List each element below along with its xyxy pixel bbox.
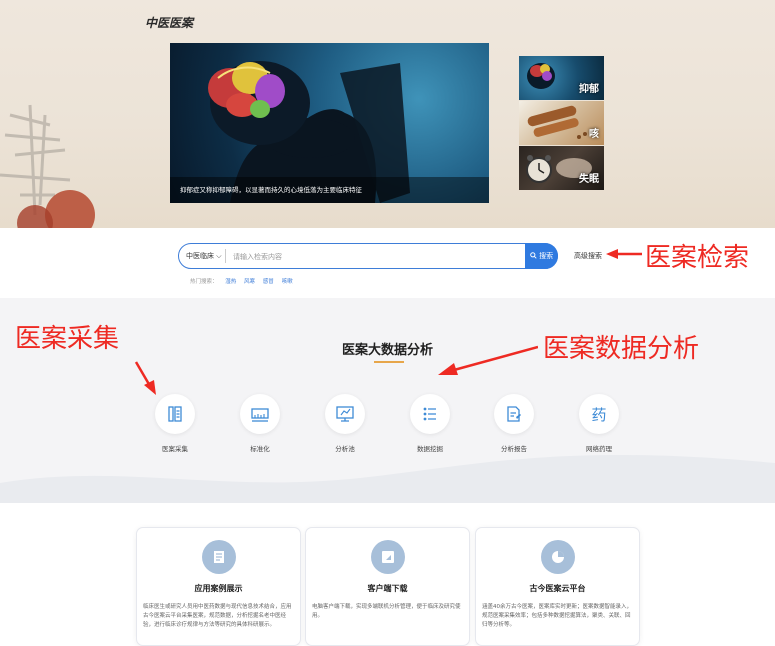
thumbnail-insomnia[interactable]: 失眠 — [519, 146, 604, 190]
annotation-search: 医案检索 — [645, 243, 750, 273]
title-underline — [374, 361, 404, 363]
card-title: 古今医案云平台 — [529, 584, 586, 593]
annotation-arrow-analysis — [438, 345, 538, 375]
banner: 中医医案 抑郁症又称抑郁障碍，以显著而持久的心境低落为主要临床特征 抑郁 咳 失… — [0, 0, 775, 228]
search-bar: 中医临床 ⌵ 搜索 — [178, 243, 558, 269]
hero-carousel[interactable]: 抑郁症又称抑郁障碍，以显著而持久的心境低落为主要临床特征 — [170, 43, 489, 203]
thumbnail-label: 咳 — [589, 129, 599, 140]
card-title: 应用案例展示 — [194, 584, 243, 593]
download-icon — [371, 540, 405, 574]
ruler-icon — [251, 408, 269, 422]
analysis-label: 网络药理 — [586, 445, 612, 453]
search-category-select[interactable]: 中医临床 ⌵ — [186, 244, 222, 268]
monitor-icon — [336, 406, 354, 422]
list-icon — [423, 407, 436, 421]
card-description: 涵盖40余万古今医案，医案库实时更新；医案数据智能录入，规范医案采集效率；包括多… — [482, 604, 633, 628]
hot-search-word[interactable]: 湿热 — [225, 279, 236, 285]
calligraphy-decoration — [0, 104, 95, 228]
search-button[interactable]: 搜索 — [525, 243, 558, 269]
annotation-analysis: 医案数据分析 — [543, 334, 700, 364]
hot-search-label: 热门搜索： — [190, 279, 218, 285]
annotation-arrow-search — [606, 249, 642, 259]
analysis-item-collection[interactable] — [155, 394, 195, 434]
wave-decoration — [0, 454, 775, 503]
card-title: 客户端下载 — [367, 584, 408, 593]
thumbnail-depression[interactable]: 抑郁 — [519, 56, 604, 100]
hot-searches: 热门搜索： 湿热 风寒 感冒 咳嗽 — [190, 277, 293, 285]
site-title: 中医医案 — [145, 16, 194, 30]
analysis-label: 标准化 — [250, 445, 270, 453]
card-cloud-platform[interactable]: 古今医案云平台 涵盖40余万古今医案，医案库实时更新；医案数据智能录入，规范医案… — [475, 527, 640, 646]
annotation-collection: 医案采集 — [15, 324, 120, 354]
hero-caption: 抑郁症又称抑郁障碍，以显著而持久的心境低落为主要临床特征 — [170, 177, 489, 203]
search-button-label: 搜索 — [539, 252, 554, 260]
document-icon — [168, 406, 182, 422]
analysis-label: 分析报告 — [501, 445, 527, 453]
chevron-down-icon: ⌵ — [216, 252, 222, 260]
annotation-arrow-collection — [134, 361, 156, 395]
analysis-item-mining[interactable] — [410, 394, 450, 434]
analysis-item-pool[interactable] — [325, 394, 365, 434]
hot-search-word[interactable]: 感冒 — [263, 279, 274, 285]
thumbnail-label: 失眠 — [579, 174, 599, 185]
analysis-label: 分析池 — [335, 445, 355, 453]
card-description: 临床医生或研究人员用中医药数据与现代信息技术结合，应用古今医案云平台采集医案，规… — [143, 604, 292, 628]
analysis-label: 医案采集 — [162, 445, 188, 453]
analysis-label: 数据挖掘 — [417, 445, 443, 453]
card-client-download[interactable]: 客户端下载 电脑客户端下载，实现多端联机分析管理，便于临床及研究使用。 — [305, 527, 470, 646]
advanced-search-link[interactable]: 高级搜索 — [574, 251, 602, 261]
analysis-item-standardize[interactable] — [240, 394, 280, 434]
analysis-item-report[interactable] — [494, 394, 534, 434]
hot-search-word[interactable]: 咳嗽 — [282, 279, 293, 285]
search-category-label: 中医临床 — [186, 252, 214, 260]
thumbnail-cough[interactable]: 咳 — [519, 101, 604, 145]
search-icon — [530, 252, 537, 259]
pie-chart-icon — [541, 540, 575, 574]
card-description: 电脑客户端下载，实现多端联机分析管理，便于临床及研究使用。 — [312, 604, 461, 619]
yao-icon: 药 — [591, 405, 607, 424]
document-icon — [202, 540, 236, 574]
search-divider — [225, 249, 226, 263]
search-input[interactable] — [231, 247, 525, 267]
card-case-showcase[interactable]: 应用案例展示 临床医生或研究人员用中医药数据与现代信息技术结合，应用古今医案云平… — [136, 527, 301, 646]
thumbnail-label: 抑郁 — [579, 84, 599, 95]
analysis-item-pharmacology[interactable]: 药 — [579, 394, 619, 434]
hot-search-word[interactable]: 风寒 — [244, 279, 255, 285]
report-icon — [507, 406, 521, 422]
